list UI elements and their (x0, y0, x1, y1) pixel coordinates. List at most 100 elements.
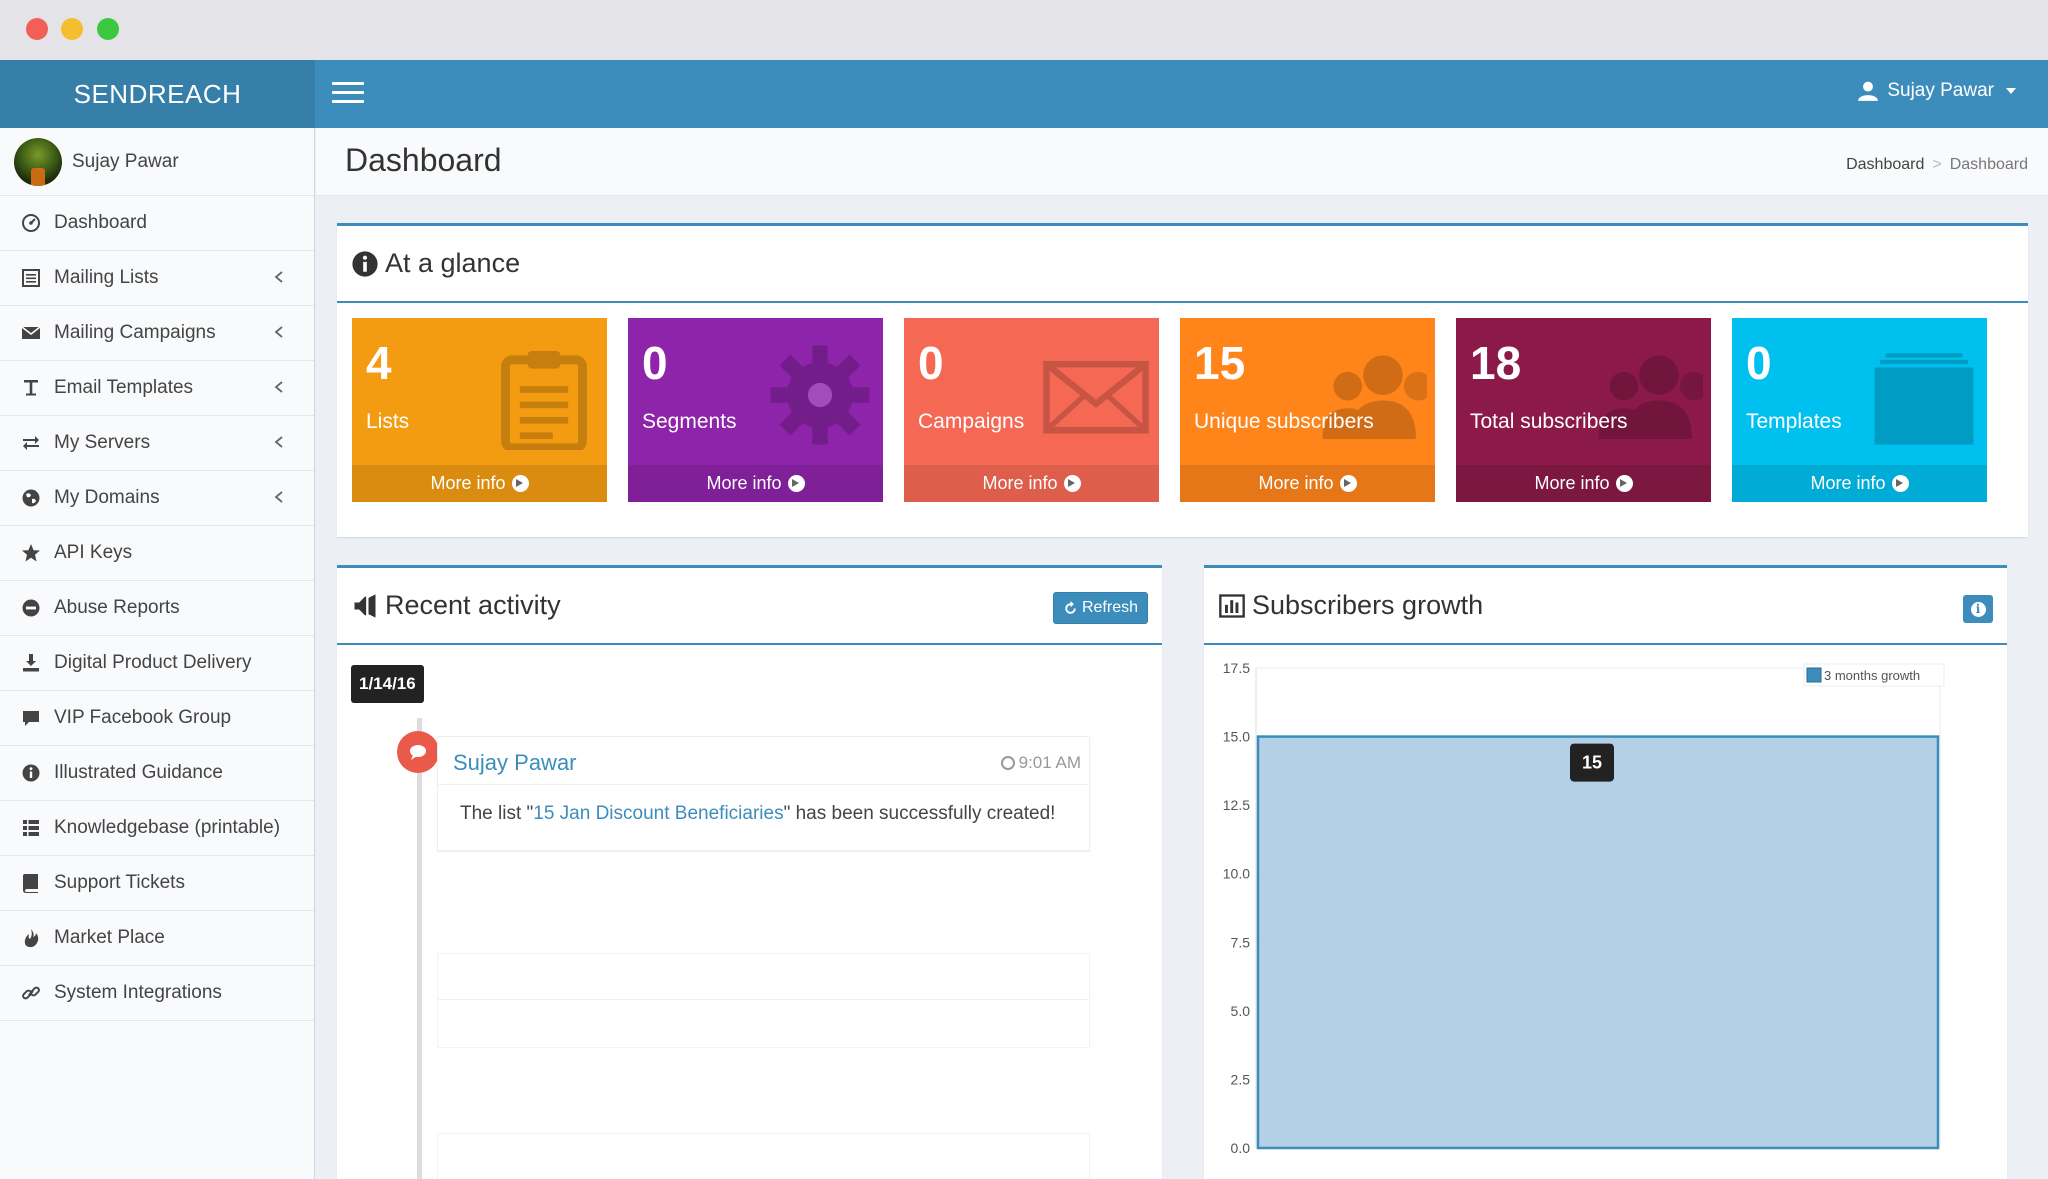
sidebar-item-label: Support Tickets (54, 872, 185, 893)
sidebar-item-market-place[interactable]: Market Place (0, 911, 314, 966)
timeline-time-text: 9:01 AM (1018, 753, 1081, 772)
refresh-button[interactable]: Refresh (1052, 592, 1148, 624)
more-info-link[interactable]: More info (1732, 465, 1987, 502)
minus-circle-icon (20, 597, 42, 619)
chart-tooltip-value: 15 (1582, 753, 1602, 773)
chevron-left-icon (274, 436, 283, 448)
link-icon (20, 982, 42, 1004)
sidebar-item-label: My Servers (54, 432, 151, 453)
sidebar-item-label: Knowledgebase (printable) (54, 817, 281, 838)
more-info-link[interactable]: More info (1180, 465, 1435, 502)
sidebar-item-dashboard[interactable]: Dashboard (0, 196, 314, 251)
y-tick-label: 7.5 (1231, 934, 1251, 950)
more-info-label: More info (1258, 473, 1334, 493)
text-height-icon (20, 377, 42, 399)
recent-activity-title: Recent activity (385, 590, 561, 620)
at-a-glance-box: At a glance 4 Lists More info 0 Segments More… (337, 223, 2028, 537)
more-info-label: More info (1534, 473, 1610, 493)
subscribers-growth-header: Subscribers growth i (1204, 568, 2007, 645)
stat-tile-lists: 4 Lists More info (352, 318, 607, 502)
timeline-text-after: " has been successfully created! (783, 803, 1056, 824)
chevron-left-icon (274, 491, 283, 503)
sidebar: Sujay Pawar Dashboard Mailing Lists Mailin… (0, 128, 315, 1179)
avatar (14, 137, 62, 186)
sidebar-item-email-templates[interactable]: Email Templates (0, 361, 314, 416)
template-icon (1869, 340, 1979, 450)
user-menu-dropdown[interactable]: Sujay Pawar (1857, 80, 2016, 102)
timeline-line (417, 718, 422, 1179)
more-info-link[interactable]: More info (904, 465, 1159, 502)
more-info-link[interactable]: More info (1456, 465, 1711, 502)
sidebar-item-label: Dashboard (54, 212, 147, 233)
stat-value: 4 (366, 337, 392, 389)
page-title: Dashboard (345, 142, 502, 178)
sidebar-item-support-tickets[interactable]: Support Tickets (0, 856, 314, 911)
y-tick-label: 10.0 (1223, 866, 1250, 882)
timeline-placeholder-item (437, 953, 1090, 1048)
timeline-list-link[interactable]: 15 Jan Discount Beneficiaries (533, 803, 783, 824)
download-icon (20, 652, 42, 674)
sidebar-item-vip-facebook-group[interactable]: VIP Facebook Group (0, 691, 314, 746)
clipboard-icon (489, 340, 599, 453)
more-info-label: More info (982, 473, 1058, 493)
legend-label: 3 months growth (1824, 668, 1920, 683)
stat-label: Campaigns (918, 410, 1025, 433)
sidebar-item-knowledgebase-printable[interactable]: Knowledgebase (printable) (0, 801, 314, 856)
sidebar-item-mailing-campaigns[interactable]: Mailing Campaigns (0, 306, 314, 361)
sidebar-item-illustrated-guidance[interactable]: Illustrated Guidance (0, 746, 314, 801)
brand-logo[interactable]: SENDREACH (0, 60, 315, 128)
stat-tile-total-subscribers: 18 Total subscribers More info (1456, 318, 1711, 502)
chevron-left-icon (274, 381, 283, 393)
sidebar-toggle-icon[interactable] (332, 82, 364, 106)
sidebar-item-system-integrations[interactable]: System Integrations (0, 966, 314, 1021)
sidebar-item-api-keys[interactable]: API Keys (0, 526, 314, 581)
sidebar-item-abuse-reports[interactable]: Abuse Reports (0, 581, 314, 636)
more-info-label: More info (706, 473, 782, 493)
sidebar-item-label: Illustrated Guidance (54, 762, 223, 783)
subscribers-growth-chart: 17.515.012.510.07.55.02.50.0Jan 2016153 … (1223, 660, 1945, 1156)
content-header: Dashboard Dashboard > Dashboard (316, 128, 2048, 196)
window-chrome (0, 0, 2048, 60)
stat-value: 15 (1194, 337, 1246, 389)
sidebar-item-label: Email Templates (54, 377, 194, 398)
envelope-icon (20, 322, 42, 344)
subscribers-growth-title: Subscribers growth (1252, 590, 1484, 620)
at-a-glance-title: At a glance (385, 248, 521, 278)
book-icon (20, 872, 42, 894)
minimize-window-button[interactable] (61, 18, 83, 40)
more-info-link[interactable]: More info (352, 465, 607, 502)
stat-tile-templates: 0 Templates More info (1732, 318, 1987, 502)
sidebar-item-mailing-lists[interactable]: Mailing Lists (0, 251, 314, 306)
sidebar-item-label: VIP Facebook Group (54, 707, 232, 728)
timeline-author-link[interactable]: Sujay Pawar (453, 750, 577, 776)
bullhorn-icon (354, 593, 376, 618)
info-circle-icon (20, 762, 42, 784)
y-tick-label: 5.0 (1231, 1003, 1251, 1019)
refresh-label: Refresh (1081, 599, 1138, 616)
timeline-item-body: The list "15 Jan Discount Beneficiaries"… (460, 803, 1055, 825)
y-tick-label: 17.5 (1223, 660, 1250, 676)
subscribers-growth-box: Subscribers growth i 17.5 15.0 12.5 10.0 7.5… (1204, 565, 2007, 1179)
sidebar-item-label: System Integrations (54, 982, 222, 1003)
sidebar-item-label: Mailing Campaigns (54, 322, 216, 343)
close-window-button[interactable] (26, 18, 48, 40)
chart-info-button[interactable]: i (1963, 595, 1993, 623)
recent-activity-box: Recent activity Refresh 1/14/16 Sujay Pa… (337, 565, 1162, 1179)
sidebar-item-label: API Keys (54, 542, 133, 563)
sidebar-item-digital-product-delivery[interactable]: Digital Product Delivery (0, 636, 314, 691)
sidebar-user-panel: Sujay Pawar (0, 128, 314, 196)
sidebar-item-label: My Domains (54, 487, 160, 508)
more-info-link[interactable]: More info (628, 465, 883, 502)
more-info-label: More info (1810, 473, 1886, 493)
recent-activity-header: Recent activity Refresh (337, 568, 1162, 645)
breadcrumb-home-link[interactable]: Dashboard (1846, 156, 1924, 174)
caret-down-icon (2006, 88, 2016, 94)
stat-label: Templates (1746, 410, 1842, 433)
stat-label: Segments (642, 410, 737, 433)
sidebar-item-my-servers[interactable]: My Servers (0, 416, 314, 471)
stat-label: Lists (366, 410, 410, 433)
stat-label: Total subscribers (1470, 410, 1628, 433)
maximize-window-button[interactable] (97, 18, 119, 40)
sidebar-item-my-domains[interactable]: My Domains (0, 471, 314, 526)
chart-bar (1256, 735, 1940, 1150)
